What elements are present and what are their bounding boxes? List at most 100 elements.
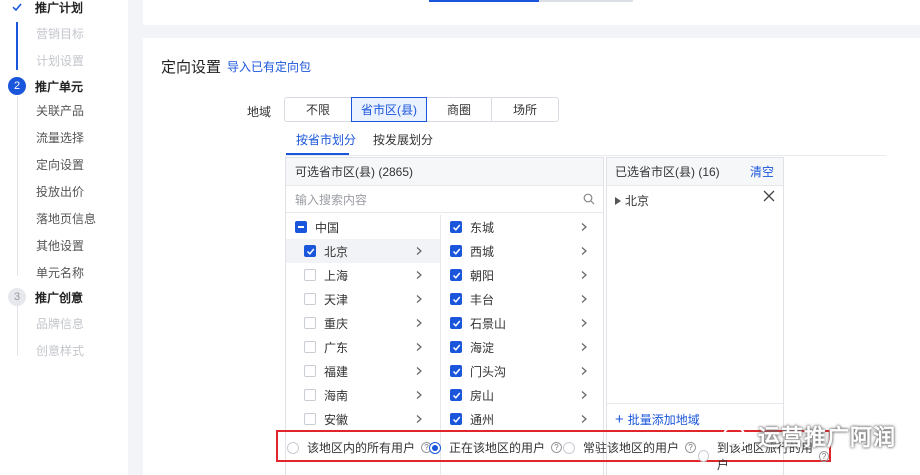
sidebar-item-brand-info[interactable]: 品牌信息 <box>36 315 84 332</box>
sidebar-item-other-settings[interactable]: 其他设置 <box>36 237 84 254</box>
checkbox[interactable] <box>304 293 316 305</box>
sidebar-item-plan-settings[interactable]: 计划设置 <box>36 52 84 69</box>
step-plan[interactable]: 推广计划 <box>8 0 83 16</box>
audience-option-all[interactable]: 该地区内的所有用户 ? <box>287 439 433 456</box>
chevron-right-icon[interactable] <box>416 247 422 255</box>
list-item[interactable]: 朝阳 <box>441 263 605 287</box>
checkbox[interactable] <box>450 293 462 305</box>
list-item[interactable]: 海南 <box>286 383 440 407</box>
help-icon[interactable]: ? <box>551 442 563 453</box>
checkbox[interactable] <box>304 245 316 257</box>
clear-button[interactable]: 清空 <box>750 163 774 180</box>
list-item[interactable]: 安徽 <box>286 407 440 431</box>
sidebar-item-bidding[interactable]: 投放出价 <box>36 183 84 200</box>
radio[interactable] <box>563 441 575 454</box>
radio[interactable] <box>429 441 441 454</box>
sidebar-item-landing-page[interactable]: 落地页信息 <box>36 210 96 227</box>
region-option-business-district[interactable]: 商圈 <box>426 97 492 122</box>
checkbox[interactable] <box>450 317 462 329</box>
checkbox[interactable] <box>304 365 316 377</box>
checkbox[interactable] <box>450 341 462 353</box>
step-unit[interactable]: 2 推广单元 <box>8 77 83 95</box>
list-item[interactable]: 丰台 <box>441 287 605 311</box>
list-item[interactable]: 北京 <box>286 239 440 263</box>
checkbox[interactable] <box>304 269 316 281</box>
checkbox[interactable] <box>450 365 462 377</box>
batch-add-label: 批量添加地域 <box>627 413 700 427</box>
sidebar-item-marketing-goal[interactable]: 营销目标 <box>36 25 84 42</box>
radio[interactable] <box>698 450 709 462</box>
checkbox-china[interactable] <box>295 221 307 233</box>
chevron-right-icon[interactable] <box>581 415 587 423</box>
radio[interactable] <box>287 441 299 454</box>
region-search-input[interactable]: 输入搜索内容 <box>286 186 603 213</box>
chevron-right-icon[interactable] <box>581 295 587 303</box>
help-icon[interactable]: ? <box>818 450 829 462</box>
item-label: 石景山 <box>470 316 507 331</box>
sidebar-item-creative-style[interactable]: 创意样式 <box>36 342 84 359</box>
list-item[interactable]: 广东 <box>286 335 440 359</box>
sidebar-item-unit-name[interactable]: 单元名称 <box>36 264 84 281</box>
sidebar-item-targeting[interactable]: 定向设置 <box>36 156 84 173</box>
help-icon[interactable]: ? <box>685 442 697 453</box>
audience-option-present[interactable]: 正在该地区的用户 ? <box>429 439 563 456</box>
list-item[interactable]: 房山 <box>441 383 605 407</box>
chevron-right-icon[interactable] <box>581 343 587 351</box>
list-item[interactable]: 通州 <box>441 407 605 431</box>
item-label: 丰台 <box>470 292 495 307</box>
search-icon[interactable] <box>583 193 595 205</box>
region-label: 地域 <box>247 105 272 119</box>
checkbox[interactable] <box>304 317 316 329</box>
list-item[interactable]: 中国 <box>286 215 440 239</box>
chevron-right-icon[interactable] <box>416 271 422 279</box>
list-item[interactable]: 天津 <box>286 287 440 311</box>
list-item[interactable]: 东城 <box>441 215 605 239</box>
chevron-right-icon[interactable] <box>581 367 587 375</box>
selected-item[interactable]: 北京 <box>615 192 649 209</box>
chevron-right-icon[interactable] <box>581 319 587 327</box>
item-label: 安徽 <box>324 412 349 427</box>
list-item[interactable]: 门头沟 <box>441 359 605 383</box>
list-item[interactable]: 石景山 <box>441 311 605 335</box>
checkbox[interactable] <box>450 389 462 401</box>
audience-option-resident[interactable]: 常驻该地区的用户 ? <box>563 439 697 456</box>
list-item[interactable]: 海淀 <box>441 335 605 359</box>
import-package-link[interactable]: 导入已有定向包 <box>227 58 311 75</box>
checkbox[interactable] <box>450 413 462 425</box>
region-type-selector: 不限 省市区(县) 商圈 场所 <box>284 97 559 122</box>
sidebar-item-traffic[interactable]: 流量选择 <box>36 129 84 146</box>
region-option-province[interactable]: 省市区(县) <box>351 97 427 122</box>
chevron-right-icon[interactable] <box>581 391 587 399</box>
checkbox[interactable] <box>304 413 316 425</box>
close-icon[interactable] <box>763 190 775 202</box>
tab-by-development[interactable]: 按发展划分 <box>373 131 433 148</box>
caret-right-icon[interactable] <box>615 196 621 205</box>
chevron-right-icon[interactable] <box>416 415 422 423</box>
checkbox[interactable] <box>450 245 462 257</box>
checkbox[interactable] <box>304 341 316 353</box>
list-item[interactable]: 福建 <box>286 359 440 383</box>
list-item[interactable]: 重庆 <box>286 311 440 335</box>
item-label: 广东 <box>324 340 349 355</box>
region-option-any[interactable]: 不限 <box>284 97 352 122</box>
chevron-right-icon[interactable] <box>416 367 422 375</box>
checkbox[interactable] <box>450 269 462 281</box>
region-option-venue[interactable]: 场所 <box>491 97 559 122</box>
item-label: 上海 <box>324 268 349 283</box>
tab-by-province[interactable]: 按省市划分 <box>296 131 356 148</box>
top-progress-bar <box>429 0 633 2</box>
chevron-right-icon[interactable] <box>416 319 422 327</box>
chevron-right-icon[interactable] <box>416 343 422 351</box>
checkbox[interactable] <box>450 221 462 233</box>
chevron-right-icon[interactable] <box>581 271 587 279</box>
sidebar-item-products[interactable]: 关联产品 <box>36 102 84 119</box>
chevron-right-icon[interactable] <box>581 247 587 255</box>
batch-add-button[interactable]: + 批量添加地域 <box>615 411 700 428</box>
list-item[interactable]: 西城 <box>441 239 605 263</box>
checkbox[interactable] <box>304 389 316 401</box>
chevron-right-icon[interactable] <box>581 223 587 231</box>
chevron-right-icon[interactable] <box>416 295 422 303</box>
list-item[interactable]: 上海 <box>286 263 440 287</box>
chevron-right-icon[interactable] <box>416 391 422 399</box>
step-creative[interactable]: 3 推广创意 <box>8 288 83 306</box>
